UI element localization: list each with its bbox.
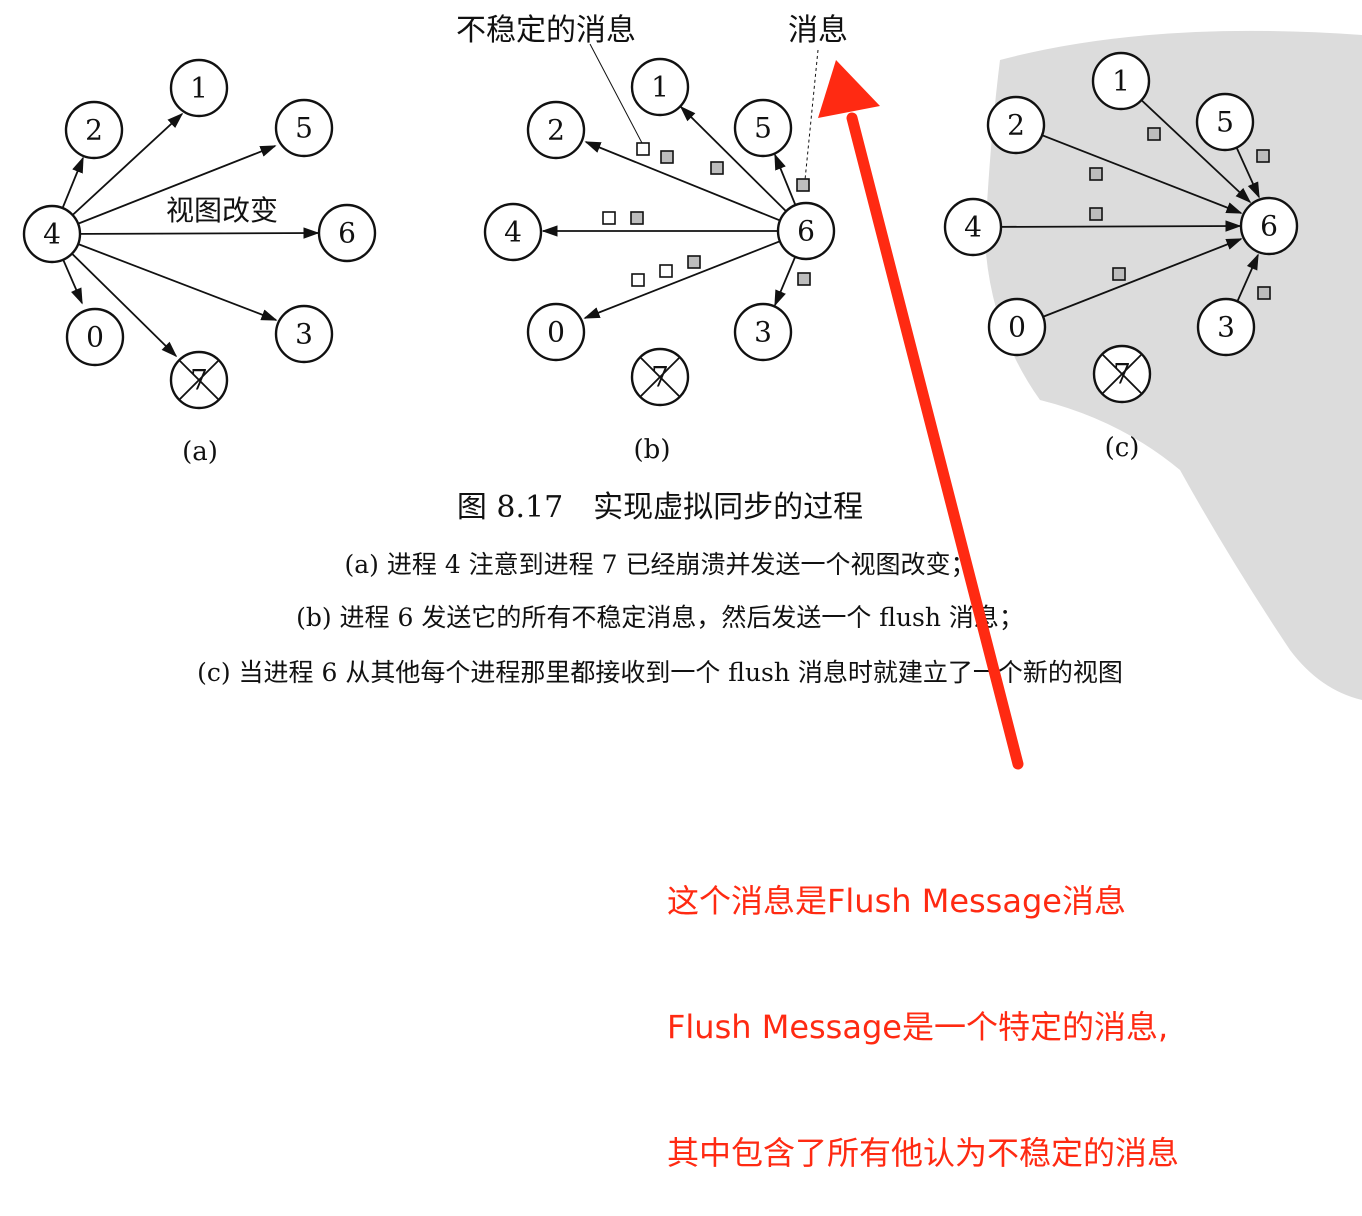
svg-text:0: 0 [547, 316, 565, 349]
unstable-message [636, 142, 650, 156]
flush-message [1089, 167, 1103, 181]
node-7-crashed: 7 [1092, 344, 1152, 404]
node-7-crashed: 7 [169, 350, 229, 410]
node-6: 6 [317, 203, 377, 263]
node-0: 0 [65, 307, 125, 367]
svg-text:5: 5 [1216, 106, 1234, 139]
node-0: 0 [526, 302, 586, 362]
annotation-line: Flush Message是一个特定的消息, [667, 1008, 1169, 1046]
svg-text:2: 2 [1007, 109, 1025, 142]
unstable-message-label: 不稳定的消息 [456, 13, 636, 48]
svg-text:5: 5 [754, 112, 772, 145]
panel-label-a: (a) [182, 437, 218, 467]
svg-text:6: 6 [1260, 210, 1278, 243]
node-2: 2 [64, 100, 124, 160]
message [797, 272, 811, 286]
panel-a: 视图改变 1 2 5 4 6 0 3 7 (a) [22, 58, 377, 467]
svg-text:4: 4 [43, 218, 61, 251]
node-2: 2 [526, 100, 586, 160]
panel-label-c: (c) [1105, 433, 1140, 463]
view-change-label: 视图改变 [166, 194, 278, 227]
svg-text:0: 0 [1008, 311, 1026, 344]
message [630, 211, 644, 225]
svg-text:4: 4 [964, 211, 982, 244]
node-4: 4 [483, 202, 543, 262]
flush-message [1112, 267, 1126, 281]
node-3: 3 [733, 302, 793, 362]
svg-text:1: 1 [190, 72, 208, 105]
unstable-message [602, 211, 616, 225]
edge-4-6 [51, 227, 320, 239]
node-3: 3 [274, 304, 334, 364]
node-6: 6 [776, 201, 836, 261]
flush-message [1257, 286, 1271, 300]
node-0: 0 [987, 297, 1047, 357]
svg-text:1: 1 [1112, 65, 1130, 98]
flush-message [1089, 207, 1103, 221]
node-1: 1 [630, 57, 690, 117]
node-4: 4 [943, 197, 1003, 257]
svg-text:4: 4 [504, 216, 522, 249]
panel-label-b: (b) [634, 435, 671, 465]
node-5: 5 [733, 98, 793, 158]
node-6: 6 [1239, 196, 1299, 256]
panel-b: 不稳定的消息 消息 1 2 5 4 6 0 3 7 (b) [456, 13, 848, 465]
node-4: 4 [22, 204, 82, 264]
annotation-note: 这个消息是Flush Message消息 Flush Message是一个特定的… [667, 796, 1179, 1216]
edge-4-6 [972, 220, 1242, 232]
node-1: 1 [169, 58, 229, 118]
node-2: 2 [986, 95, 1046, 155]
svg-text:1: 1 [651, 71, 669, 104]
flush-message [1256, 149, 1270, 163]
message [710, 161, 724, 175]
svg-text:3: 3 [295, 318, 313, 351]
node-5: 5 [274, 98, 334, 158]
svg-text:6: 6 [338, 217, 356, 250]
edge-4-3 [51, 233, 278, 321]
annotation-line: 其中包含了所有他认为不稳定的消息 [667, 1134, 1180, 1172]
svg-text:6: 6 [797, 215, 815, 248]
svg-text:5: 5 [295, 112, 313, 145]
unstable-message [631, 273, 645, 287]
svg-text:0: 0 [86, 321, 104, 354]
unstable-message [659, 264, 673, 278]
node-5: 5 [1195, 92, 1255, 152]
annotation-line: 这个消息是Flush Message消息 [667, 882, 1126, 920]
svg-text:3: 3 [754, 316, 772, 349]
svg-text:2: 2 [85, 114, 103, 147]
svg-text:2: 2 [547, 114, 565, 147]
caption-line-b: (b) 进程 6 发送它的所有不稳定消息，然后发送一个 flush 消息； [296, 603, 1024, 632]
svg-text:3: 3 [1217, 311, 1235, 344]
message-label: 消息 [788, 13, 848, 48]
node-7-crashed: 7 [630, 347, 690, 407]
flush-message [796, 178, 810, 192]
node-3: 3 [1196, 297, 1256, 357]
message [687, 255, 701, 269]
caption-line-a: (a) 进程 4 注意到进程 7 已经崩溃并发送一个视图改变； [345, 550, 976, 579]
caption-line-c: (c) 当进程 6 从其他每个进程那里都接收到一个 flush 消息时就建立了一… [197, 658, 1123, 687]
message-leader [804, 49, 819, 181]
node-1: 1 [1091, 51, 1151, 111]
message [660, 150, 674, 164]
figure-caption-title: 图 8.17 实现虚拟同步的过程 [457, 490, 863, 525]
flush-message [1147, 127, 1161, 141]
